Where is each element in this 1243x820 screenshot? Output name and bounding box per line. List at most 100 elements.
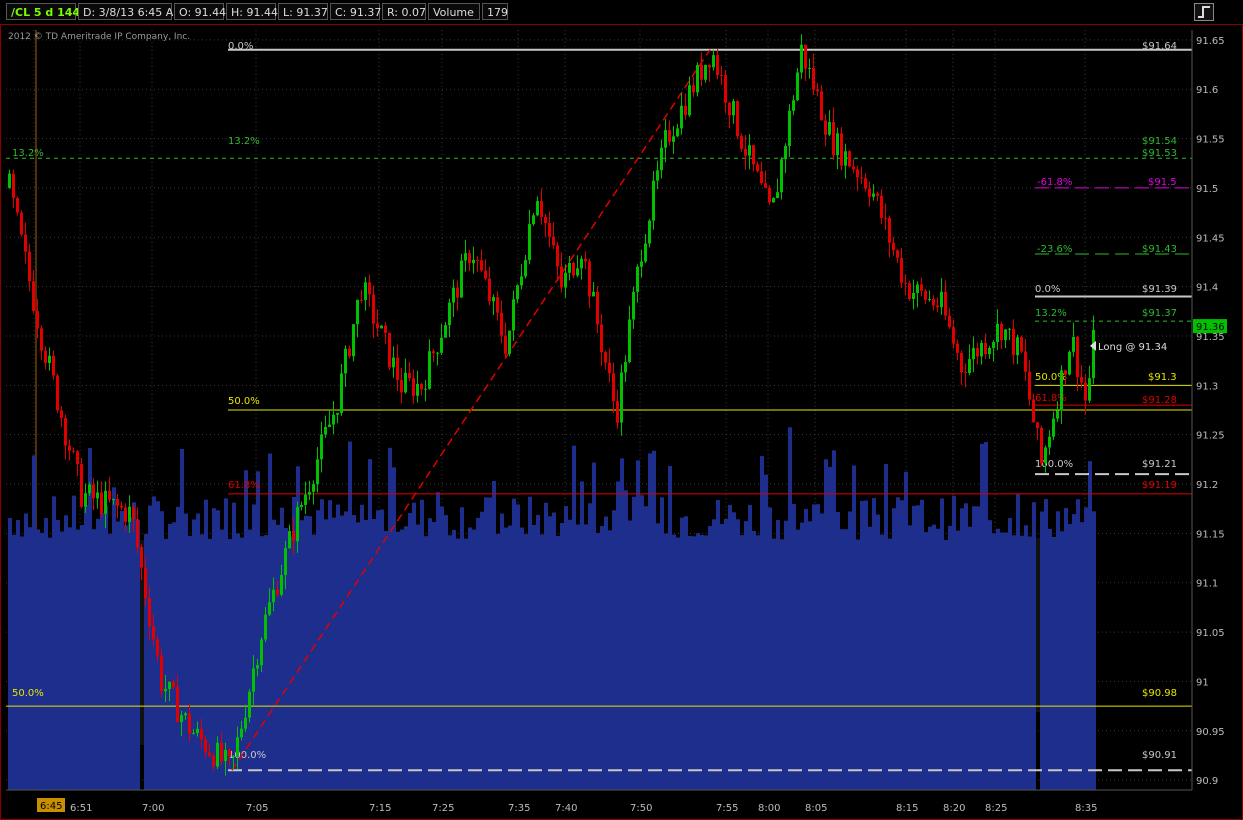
price-chart[interactable]: 0.0% $91.64 13.2% $91.54 13.2% $91.53 50.0% $90…	[0, 0, 1243, 820]
volume-bar	[636, 460, 640, 790]
candle-body	[240, 728, 243, 738]
volume-bar	[772, 538, 776, 790]
candle-body	[728, 102, 731, 116]
volume-bar	[360, 504, 364, 790]
fib-price-label: $91.5	[1148, 177, 1177, 188]
candle-body	[24, 234, 27, 252]
volume-bar	[684, 516, 688, 790]
volume-bar	[72, 495, 76, 790]
volume-bar	[892, 508, 896, 790]
volume-bar	[592, 462, 596, 790]
volume-bar	[616, 481, 620, 790]
candle-body	[336, 412, 339, 415]
candle-body	[540, 201, 543, 217]
candle-body	[116, 498, 119, 506]
candle-body	[916, 284, 919, 293]
fib-price-label: $91.43	[1142, 244, 1177, 255]
volume-bar	[1040, 511, 1044, 790]
candle-body	[516, 285, 519, 300]
candle-body	[60, 410, 63, 418]
volume-bar	[384, 530, 388, 790]
candle-body	[396, 357, 399, 380]
candle-body	[352, 324, 355, 357]
volume-bar	[340, 515, 344, 790]
volume-bar	[856, 539, 860, 790]
volume-bar	[432, 521, 436, 790]
volume-bar	[520, 527, 524, 790]
volume-bar	[312, 534, 316, 790]
price-tick-label: 91.3	[1196, 381, 1218, 392]
candle-body	[368, 282, 371, 295]
volume-bar	[920, 499, 924, 790]
volume-bar	[780, 539, 784, 790]
candle-body	[88, 484, 91, 494]
candle-body	[564, 272, 567, 288]
volume-bar	[644, 506, 648, 790]
candle-body	[552, 236, 555, 246]
volume-bar	[368, 459, 372, 790]
candle-body	[640, 261, 643, 267]
volume-bar	[412, 502, 416, 790]
volume-bar	[928, 526, 932, 790]
candle-body	[244, 717, 247, 729]
volume-bar	[968, 526, 972, 790]
volume-bar	[552, 512, 556, 790]
price-tick-label: 91.05	[1196, 628, 1225, 639]
volume-bar	[444, 515, 448, 790]
volume-bar	[104, 505, 108, 790]
candle-body	[956, 343, 959, 353]
time-tick-label: 8:20	[943, 803, 965, 814]
candle-body	[192, 733, 195, 735]
time-tick-label: 8:05	[805, 803, 827, 814]
volume-bar	[1088, 461, 1092, 790]
candle-body	[844, 151, 847, 166]
fib-pct-label: 13.2%	[228, 136, 260, 147]
fib-price-label: $91.28	[1142, 395, 1177, 406]
volume-bar	[392, 467, 396, 790]
volume-bar	[332, 517, 336, 790]
candle-body	[1036, 422, 1039, 428]
volume-bar	[256, 471, 260, 790]
volume-bar	[200, 534, 204, 790]
candle-body	[856, 169, 859, 178]
candle-body	[616, 401, 619, 423]
time-tick-label: 6:45	[40, 801, 62, 812]
volume-bar	[396, 531, 400, 790]
candle-body	[156, 639, 159, 656]
candle-body	[176, 687, 179, 723]
price-tick-label: 91.55	[1196, 135, 1225, 146]
candle-body	[200, 728, 203, 740]
candle-body	[768, 187, 771, 203]
candle-body	[812, 67, 815, 90]
volume-bar	[316, 510, 320, 790]
candle-body	[692, 85, 695, 93]
volume-bar	[336, 504, 340, 790]
candle-body	[160, 655, 163, 692]
volume-bar	[1068, 524, 1072, 790]
volume-bar	[212, 508, 216, 790]
candle-body	[128, 506, 131, 522]
volume-bar	[468, 527, 472, 790]
candle-body	[852, 166, 855, 170]
candle-body	[592, 291, 595, 297]
volume-bar	[440, 506, 444, 790]
volume-bar	[656, 523, 660, 790]
volume-bar	[1064, 507, 1068, 790]
volume-bar	[876, 514, 880, 790]
volume-bar	[1072, 514, 1076, 790]
volume-bar	[836, 511, 840, 790]
candle-body	[548, 223, 551, 237]
volume-bar	[716, 499, 720, 790]
volume-bar	[676, 537, 680, 790]
candle-body	[256, 665, 259, 669]
candle-body	[528, 224, 531, 261]
candle-body	[840, 133, 843, 166]
volume-bar	[748, 504, 752, 790]
volume-bar	[380, 509, 384, 790]
candle-body	[636, 266, 639, 292]
volume-bar	[1016, 493, 1020, 790]
candle-body	[632, 291, 635, 320]
volume-bar	[732, 512, 736, 790]
volume-bar	[760, 456, 764, 790]
candle-body	[1040, 427, 1043, 464]
